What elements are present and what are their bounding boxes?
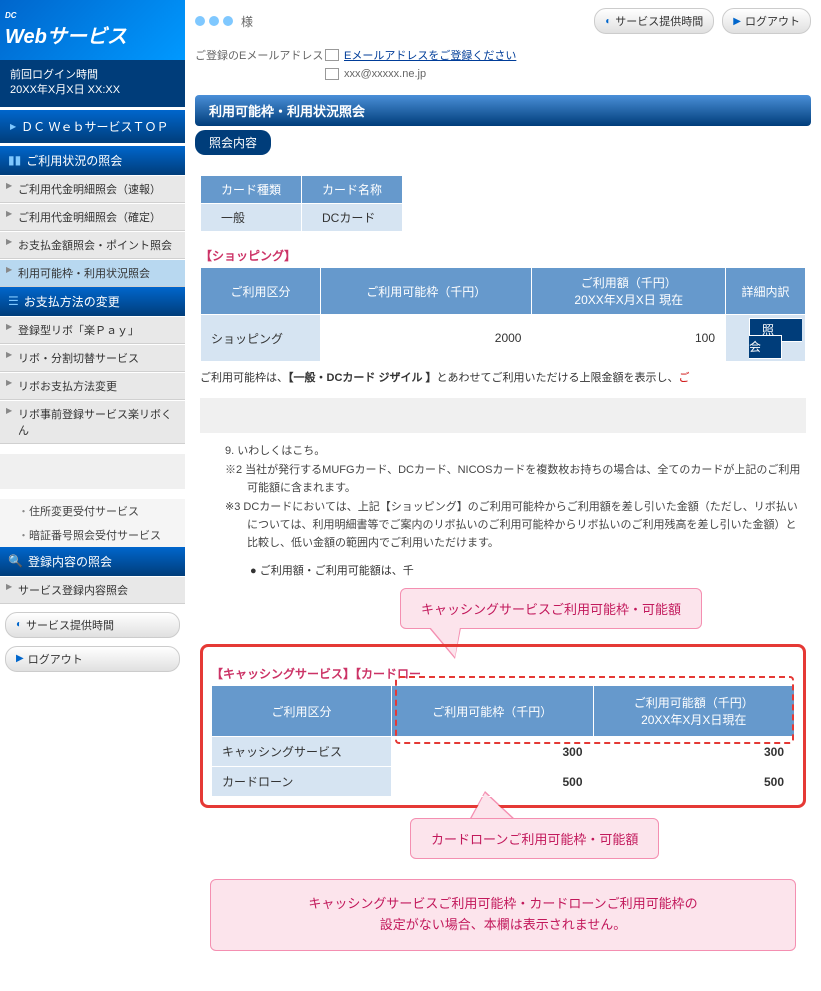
- callout-cardloan: カードローンご利用可能枠・可能額: [410, 818, 659, 859]
- truncated-content: [200, 398, 806, 433]
- callout-cashing: キャッシングサービスご利用可能枠・可能額: [400, 588, 702, 629]
- menu-usage-detail-prelim[interactable]: ご利用代金明細照会（速報）: [0, 176, 185, 203]
- notes-section: 9. いわしくはこち。 ※2 当社が発行するMUFGカード、DCカード、NICO…: [200, 443, 806, 553]
- dashed-highlight: [395, 676, 794, 744]
- register-email-link[interactable]: Eメールアドレスをご登録ください: [344, 47, 516, 63]
- logo: DCWebサービス: [0, 0, 185, 60]
- menu-usage-detail-final[interactable]: ご利用代金明細照会（確定）: [0, 204, 185, 231]
- service-time-button-side[interactable]: ◐サービス提供時間: [5, 612, 180, 638]
- user-name-suffix: 様: [241, 13, 253, 30]
- email-icon: [325, 49, 339, 61]
- menu-address-change[interactable]: ・住所変更受付サービス: [0, 499, 185, 523]
- description-text: ご利用可能枠は、【一般・DCカード ジザイル 】とあわせてご利用いただける上限金…: [200, 370, 806, 388]
- section-usage-header: ▮▮ご利用状況の照会: [0, 146, 185, 175]
- menu-pin-inquiry[interactable]: ・暗証番号照会受付サービス: [0, 523, 185, 547]
- menu-revo-change[interactable]: リボお支払方法変更: [0, 373, 185, 400]
- menu-revo-switch[interactable]: リボ・分割切替サービス: [0, 345, 185, 372]
- menu-payment-points[interactable]: お支払金額照会・ポイント照会: [0, 232, 185, 259]
- card-info-table: カード種類カード名称 一般DCカード: [200, 175, 403, 232]
- email-address: xxx@xxxxx.ne.jp: [344, 68, 426, 80]
- shopping-label: 【ショッピング】: [200, 247, 806, 264]
- logout-button-side[interactable]: ▶ログアウト: [5, 646, 180, 672]
- truncated-section: [0, 454, 185, 489]
- section-registration-header: 🔍登録内容の照会: [0, 547, 185, 576]
- section-payment-header: ☰お支払方法の変更: [0, 287, 185, 316]
- menu-credit-limit[interactable]: 利用可能枠・利用状況照会: [0, 260, 185, 287]
- service-time-button-top[interactable]: ◐サービス提供時間: [594, 8, 714, 34]
- sub-title: 照会内容: [195, 130, 271, 155]
- user-dots-icon: [195, 16, 233, 26]
- detail-button[interactable]: 照 会: [749, 318, 802, 359]
- note-link[interactable]: こち: [292, 445, 314, 457]
- menu-rakupay[interactable]: 登録型リボ「楽Ｐａｙ」: [0, 317, 185, 344]
- top-button[interactable]: ＤＣ ＷｅｂサービスＴＯＰ: [0, 110, 185, 143]
- menu-revo-prereg[interactable]: リボ事前登録サービス楽リボくん: [0, 401, 185, 444]
- shopping-table: ご利用区分 ご利用可能枠（千円） ご利用額（千円） 20XX年X月X日 現在 詳…: [200, 267, 806, 362]
- info-box: キャッシングサービスご利用可能枠・カードローンご利用可能枠の 設定がない場合、本…: [210, 879, 796, 951]
- email-icon: [325, 68, 339, 80]
- logout-button-top[interactable]: ▶ログアウト: [722, 8, 811, 34]
- bullet-note: ● ご利用額・ご利用可能額は、千: [200, 562, 806, 578]
- page-title: 利用可能枠・利用状況照会: [195, 95, 811, 126]
- email-label: ご登録のEメールアドレス: [195, 47, 325, 63]
- login-time: 前回ログイン時間 20XX年X月X日 XX:XX: [0, 60, 185, 107]
- menu-service-registration[interactable]: サービス登録内容照会: [0, 577, 185, 604]
